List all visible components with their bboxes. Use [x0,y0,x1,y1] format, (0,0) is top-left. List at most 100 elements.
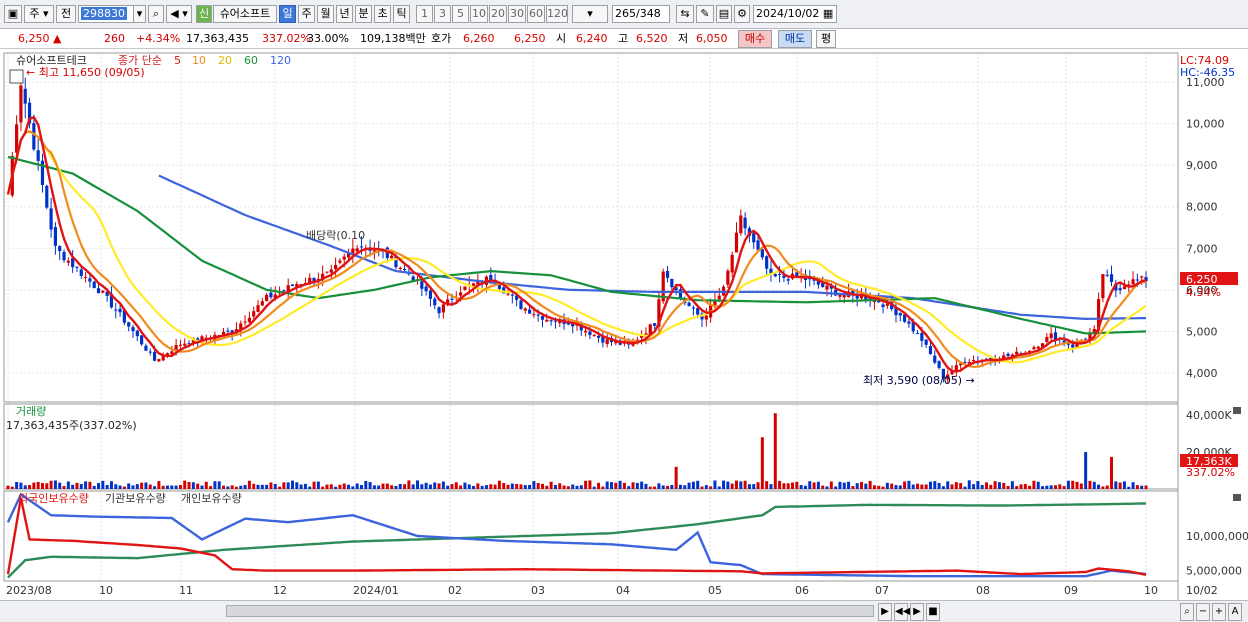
volume-bar [269,482,273,489]
range-60[interactable]: 60 [527,5,545,23]
volume-bar [45,483,49,489]
candle-body [881,304,885,308]
volume-bar [980,485,984,489]
volume-bar [717,486,721,489]
zoom-out-icon[interactable]: − [1196,603,1210,621]
search-icon[interactable]: ⌕ [148,5,164,23]
candle-body [390,255,394,259]
candle-body [1101,274,1105,299]
volume-bar [170,485,174,489]
count-field[interactable]: 265/348 [612,5,670,23]
volume-bar [976,481,980,489]
range-dropdown[interactable]: ▾ [572,5,608,23]
range-30[interactable]: 30 [508,5,526,23]
high-price: 6,520 [636,32,668,45]
volume-bar [217,481,221,489]
price-axis-tick: 10,000 [1186,118,1225,131]
volume-bar [122,486,126,489]
zoom-reset-icon[interactable]: ⌕ [1180,603,1194,621]
menu-icon[interactable]: ▣ [4,5,22,23]
holding-axis-tick: 5,000,000 [1186,565,1242,578]
current-pct-text: 4.34% [1186,286,1221,299]
volume-bar [79,484,83,489]
volume-bar [855,483,859,489]
volume-bar [1144,485,1148,489]
volume-bar [472,485,476,489]
volume-pct-text: 337.02% [1186,466,1235,479]
volume-bar [700,486,704,489]
max-price-label: ← 최고 11,650 (09/05) [26,66,145,79]
volume-bar [467,484,471,489]
range-120[interactable]: 120 [546,5,568,23]
amount-value: 109,138백만 [360,32,426,45]
avg-button[interactable]: 평 [816,30,836,48]
candle-body [924,339,928,345]
volume-bar [204,481,208,489]
volume-bar [1088,480,1092,489]
code-dropdown-icon[interactable]: ▾ [133,5,146,23]
volume-bar [157,481,161,489]
tab-3[interactable]: 년 [336,5,353,23]
compress-icon[interactable]: ⇆ [676,5,694,23]
candle-body [118,308,122,313]
volume-bar [674,466,678,489]
gear-icon[interactable]: ⚙ [734,5,750,23]
tab-4[interactable]: 분 [355,5,372,23]
chart-area[interactable]: 11,00010,0009,0008,0007,0006,0005,0004,0… [0,50,1248,601]
volume-bar [795,481,799,489]
scroll-thumb[interactable] [226,605,874,617]
volume-bar [502,482,506,489]
tab-5[interactable]: 초 [374,5,391,23]
scroll-right-icon[interactable]: ▶ [878,603,892,621]
range-1[interactable]: 1 [416,5,433,23]
volume-bar [385,483,389,489]
stop-icon[interactable]: ■ [926,603,940,621]
range-20[interactable]: 20 [489,5,507,23]
zoom-in-icon[interactable]: + [1212,603,1226,621]
buy-button[interactable]: 매수 [738,30,772,48]
volume-bar [247,480,251,489]
period-dropdown[interactable]: 주 ▾ [24,5,54,23]
ask-label: 호가 [431,32,452,45]
sound-icon[interactable]: ◀ ▾ [166,5,192,23]
volume-bar [321,486,325,489]
volume-bar [558,483,562,489]
range-3[interactable]: 3 [434,5,451,23]
prev-button[interactable]: 전 [56,5,76,23]
volume-bar [704,485,708,489]
play-icon[interactable]: ▶ [910,603,924,621]
volume-bar [963,486,967,489]
volume-bar [424,482,428,489]
volume-bar [200,485,204,489]
x-axis-tick: 12 [273,584,287,597]
sell-button[interactable]: 매도 [778,30,812,48]
volume-bar [416,480,420,489]
ask-price-2: 6,250 [514,32,546,45]
tab-0[interactable]: 일 [279,5,296,23]
tab-1[interactable]: 주 [298,5,315,23]
font-size-icon[interactable]: A [1228,603,1242,621]
scroll-bar[interactable]: ▶ ◀◀ ▶ ■ ⌕ − + A [0,600,1248,622]
tab-2[interactable]: 월 [317,5,334,23]
volume-bar [420,484,424,489]
candle-body [148,351,152,353]
range-10[interactable]: 10 [470,5,488,23]
range-5[interactable]: 5 [452,5,469,23]
date-field[interactable]: 2024/10/02 ▦ [753,5,837,23]
price-axis-tick: 5,000 [1186,325,1218,338]
save-icon[interactable]: ▤ [716,5,732,23]
volume-bar [756,482,760,489]
candle-body [760,249,764,258]
tool-icon[interactable]: ✎ [696,5,714,23]
volume-bar [234,486,238,489]
rewind-icon[interactable]: ◀◀ [894,603,910,621]
legend-period-10: 10 [192,54,206,67]
candle-body [269,292,273,298]
volume-bar [1002,482,1006,489]
volume-bar [230,485,234,489]
volume-bar [291,480,294,489]
volume-bar [799,485,803,489]
volume-bar [989,484,993,489]
tab-6[interactable]: 틱 [393,5,410,23]
candle-body [144,345,148,351]
